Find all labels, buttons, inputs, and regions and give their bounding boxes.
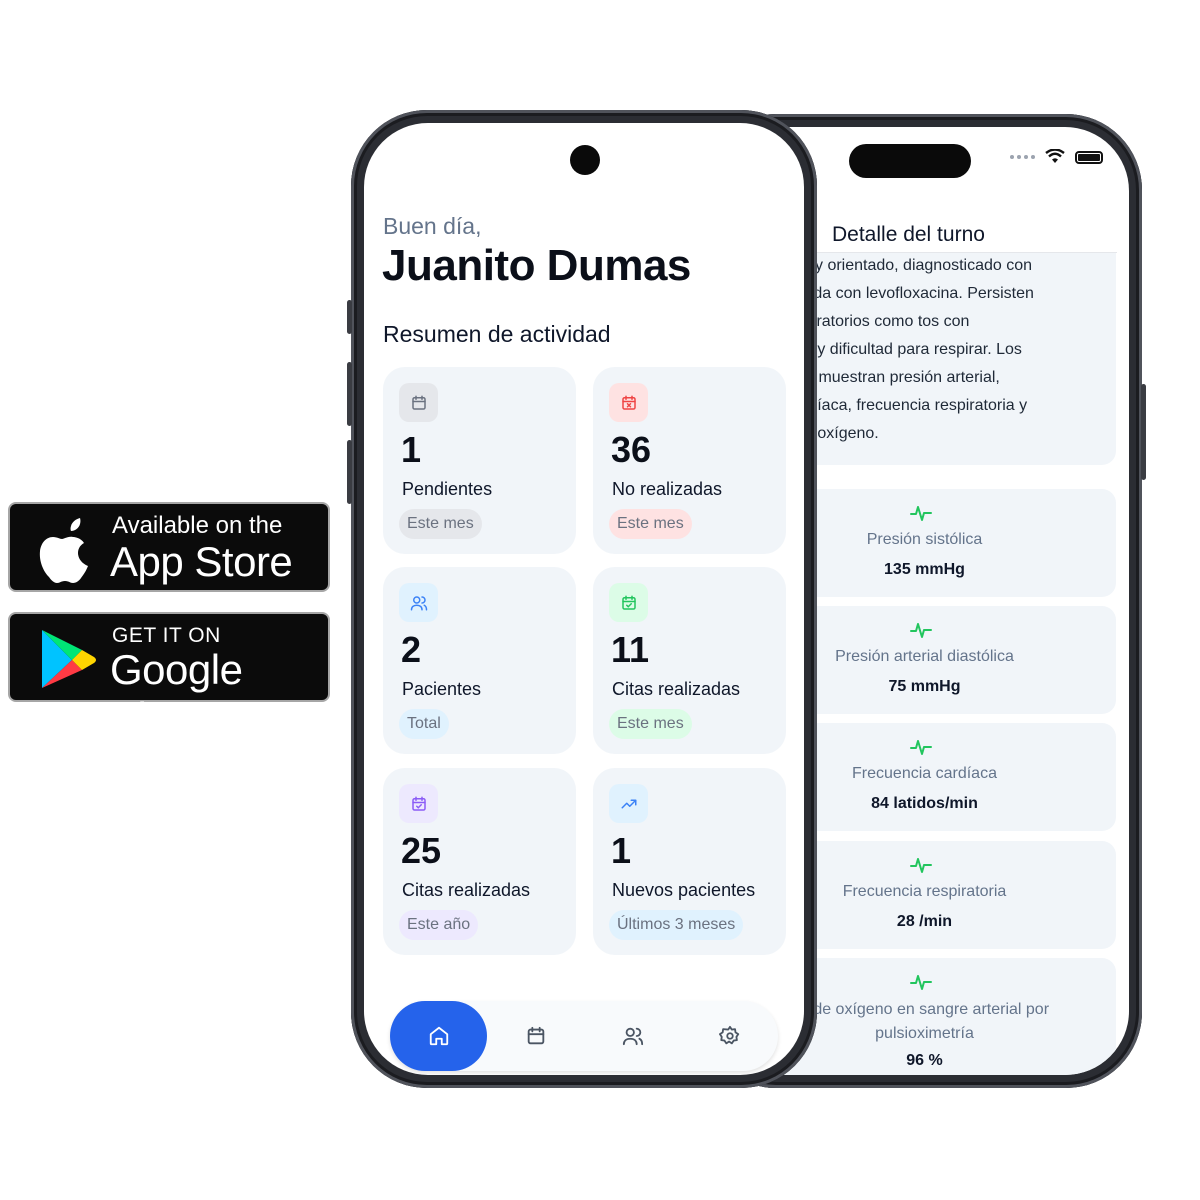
google-play-badge[interactable]: GET IT ON Google Play xyxy=(8,612,330,741)
nav-patients-button[interactable] xyxy=(584,1001,681,1071)
side-button xyxy=(347,300,352,334)
stat-period-badge: Este mes xyxy=(609,509,692,539)
phone-home: Buen día, Juanito Dumas Resumen de activ… xyxy=(347,110,817,1088)
stat-value: 2 xyxy=(401,629,422,670)
stat-card-done-month[interactable]: 11 Citas realizadas Este mes xyxy=(593,567,786,754)
stat-period-badge: Este mes xyxy=(399,509,482,539)
notes-line: rdíaca, frecuencia respiratoria y xyxy=(803,397,1028,414)
stat-period-badge: Este mes xyxy=(609,709,692,739)
notes-line: l y orientado, diagnosticado con xyxy=(807,257,1033,274)
side-button xyxy=(347,440,352,504)
side-button xyxy=(347,362,352,426)
calendar-check-icon xyxy=(399,784,438,823)
badge-small-text: GET IT ON xyxy=(112,624,221,647)
stat-label: No realizadas xyxy=(612,479,723,499)
notes-line: n y dificultad para respirar. Los xyxy=(804,341,1022,358)
heartbeat-icon xyxy=(910,858,932,873)
stat-label: Citas realizadas xyxy=(612,679,741,699)
users-icon xyxy=(399,583,438,622)
badge-big-text: App Store xyxy=(110,538,293,585)
app-store-badge[interactable]: Available on the App Store xyxy=(8,502,330,592)
trending-up-icon xyxy=(609,784,648,823)
stat-card-not-done[interactable]: 36 No realizadas Este mes xyxy=(593,367,786,554)
badge-small-text: Available on the xyxy=(112,512,283,539)
heartbeat-icon xyxy=(910,740,932,755)
gear-icon xyxy=(718,1025,739,1045)
stat-value: 25 xyxy=(401,830,442,871)
badge-big-text: Google Play xyxy=(110,646,243,741)
nav-home-button[interactable] xyxy=(390,1001,487,1071)
side-button xyxy=(1141,384,1146,480)
home-icon xyxy=(429,1026,448,1046)
stat-card-done-year[interactable]: 25 Citas realizadas Este año xyxy=(383,768,576,955)
stat-value: 36 xyxy=(611,429,652,470)
stat-period-badge: Últimos 3 meses xyxy=(609,910,744,940)
status-bar xyxy=(1010,149,1103,165)
apple-logo-icon xyxy=(39,518,88,583)
nav-appointments-button[interactable] xyxy=(487,1001,584,1071)
notes-line: tada con levofloxacina. Persisten xyxy=(800,285,1034,302)
notes-line: s muestran presión arterial, xyxy=(806,369,1000,386)
greeting: Buen día, xyxy=(383,213,482,239)
heartbeat-icon xyxy=(910,506,932,521)
google-play-logo-icon xyxy=(42,630,96,688)
stat-value: 11 xyxy=(611,629,650,670)
dynamic-island xyxy=(849,144,971,178)
stat-label: Pendientes xyxy=(402,479,493,499)
notes-line: e oxígeno. xyxy=(804,425,879,442)
notes-line: piratorios como tos con xyxy=(804,313,970,330)
stat-period-badge: Total xyxy=(399,709,449,739)
stat-label: Citas realizadas xyxy=(402,880,531,900)
battery-icon xyxy=(1075,150,1103,164)
users-icon xyxy=(622,1027,643,1046)
front-camera xyxy=(570,145,600,175)
stat-value: 1 xyxy=(611,830,632,871)
signal-icon xyxy=(1010,155,1035,159)
home-screen: Buen día, Juanito Dumas Resumen de activ… xyxy=(364,123,804,1075)
page-title: Detalle del turno xyxy=(832,223,985,246)
stat-card-new-patients[interactable]: 1 Nuevos pacientes Últimos 3 meses xyxy=(593,768,786,955)
stat-period-badge: Este año xyxy=(399,910,479,940)
stat-card-patients[interactable]: 2 Pacientes Total xyxy=(383,567,576,754)
nav-settings-button[interactable] xyxy=(681,1001,778,1071)
stat-label: Pacientes xyxy=(402,679,482,699)
user-name: Juanito Dumas xyxy=(382,241,691,290)
stat-label: Nuevos pacientes xyxy=(612,880,756,900)
section-title: Resumen de actividad xyxy=(383,321,611,347)
calendar-x-icon xyxy=(609,383,648,422)
heartbeat-icon xyxy=(910,975,932,990)
heartbeat-icon xyxy=(910,623,932,638)
stat-card-pending[interactable]: 1 Pendientes Este mes xyxy=(383,367,576,554)
bottom-nav xyxy=(390,1001,778,1071)
calendar-icon xyxy=(527,1026,544,1045)
wifi-icon xyxy=(1045,149,1065,163)
stat-value: 1 xyxy=(401,429,422,470)
calendar-icon xyxy=(399,383,438,422)
calendar-check-icon xyxy=(609,583,648,622)
